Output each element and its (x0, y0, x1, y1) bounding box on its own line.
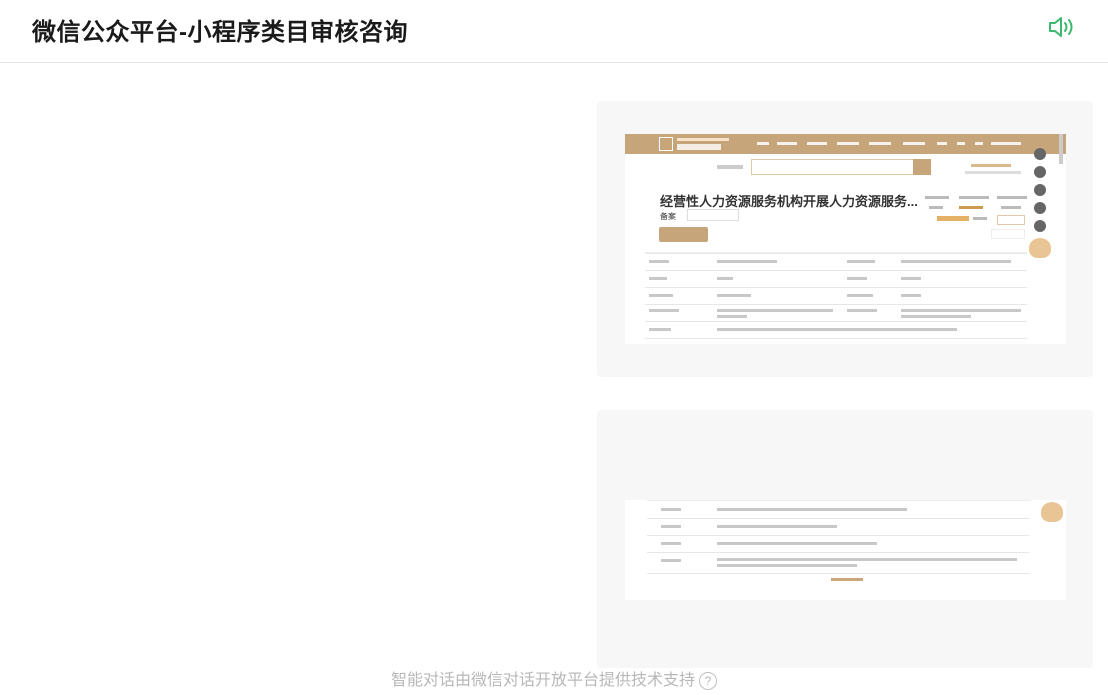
footer-text: 智能对话由微信对话开放平台提供技术支持 (390, 672, 695, 689)
footer: 智能对话由微信对话开放平台提供技术支持? (0, 666, 1108, 690)
screenshot-image-2 (625, 500, 1066, 600)
speaker-icon[interactable] (1046, 14, 1078, 40)
help-icon[interactable]: ? (699, 671, 717, 690)
screenshot-image-1: 经营性人力资源服务机构开展人力资源服务... 备案 (625, 134, 1066, 344)
site-logo (659, 137, 729, 151)
service-title: 经营性人力资源服务机构开展人力资源服务... (660, 194, 918, 209)
header: 微信公众平台-小程序类目审核咨询 (0, 0, 1108, 63)
info-table (645, 252, 1027, 344)
image-message-1[interactable]: 经营性人力资源服务机构开展人力资源服务... 备案 (597, 101, 1093, 377)
mascot-icon (1041, 502, 1063, 522)
info-table-continued (647, 500, 1031, 574)
site-topbar (625, 134, 1066, 154)
site-search-box (751, 159, 931, 175)
page-title: 微信公众平台-小程序类目审核咨询 (32, 19, 408, 46)
service-sublabel: 备案 (660, 212, 676, 221)
rating-stars (937, 216, 969, 221)
site-search-icon (913, 159, 931, 175)
image-message-2[interactable] (597, 410, 1093, 668)
mascot-icon (1029, 238, 1051, 258)
online-apply-button (659, 227, 708, 242)
